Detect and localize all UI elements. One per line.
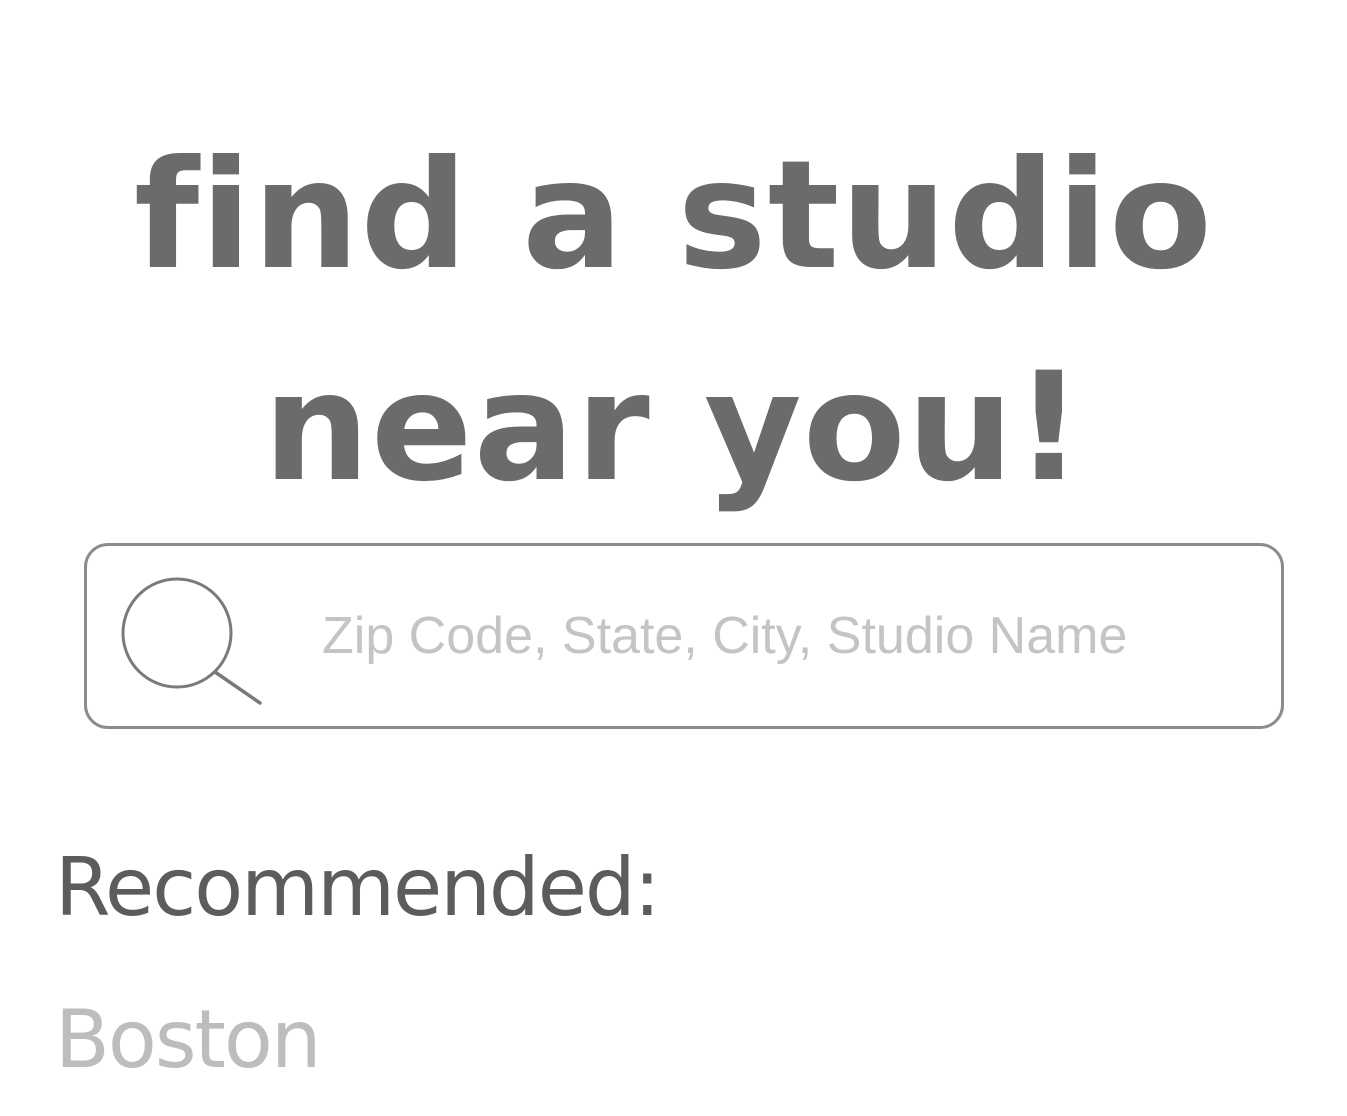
recommended-item-boston[interactable]: Boston <box>55 992 322 1088</box>
recommended-label: Recommended: <box>55 841 661 934</box>
search-icon <box>117 576 267 706</box>
page-title-line-2: near you! <box>263 340 1084 515</box>
page-title-line-1: find a studio <box>133 128 1214 303</box>
search-box[interactable] <box>84 543 1284 729</box>
search-input[interactable] <box>322 586 1202 686</box>
